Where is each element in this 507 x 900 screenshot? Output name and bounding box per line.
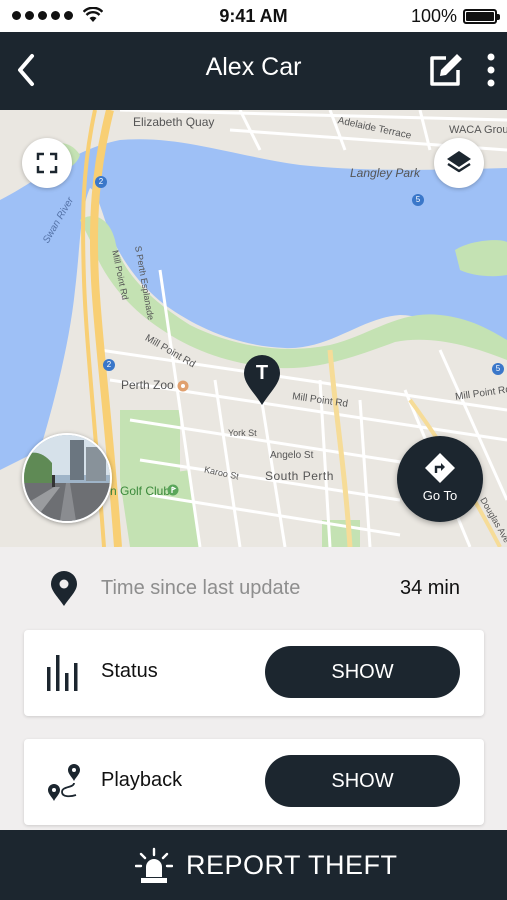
pin-letter: T: [255, 362, 269, 384]
status-card: Status SHOW: [24, 630, 484, 716]
more-vertical-icon: [487, 53, 495, 87]
route-marker: 5: [492, 363, 504, 375]
street-view-thumbnail[interactable]: [22, 433, 112, 523]
back-button[interactable]: [8, 48, 48, 92]
nav-bar: Alex Car: [0, 32, 507, 110]
map-label-golf-club: n Golf Club: [110, 484, 171, 498]
siren-icon: [135, 847, 173, 883]
map-label-langley-park: Langley Park: [350, 166, 421, 180]
route-playback-icon: [48, 764, 80, 801]
map-label-south-perth: South Perth: [265, 469, 334, 483]
signal-bars-icon: [47, 655, 78, 691]
route-marker: 5: [412, 194, 424, 206]
battery-status: 100%: [410, 6, 500, 27]
zoo-icon: [177, 380, 189, 392]
last-update-value: 34 min: [399, 577, 460, 599]
edit-icon: [430, 54, 462, 86]
location-pin-icon: [51, 571, 77, 606]
fullscreen-button[interactable]: [22, 138, 72, 188]
playback-card: Playback SHOW: [24, 739, 484, 825]
map-layers-button[interactable]: [434, 138, 484, 188]
more-options-button[interactable]: [476, 48, 506, 92]
last-update-row: Time since last update 34 min: [0, 547, 507, 629]
map-label-york-st: York St: [228, 428, 257, 438]
battery-icon: [463, 9, 500, 24]
route-marker: 2: [95, 176, 107, 188]
map-view[interactable]: 2 2 5 5 Elizabeth Quay Adelaide Terrace …: [0, 110, 507, 547]
playback-show-button[interactable]: SHOW: [265, 755, 460, 807]
playback-label: Playback: [101, 769, 183, 791]
edit-button[interactable]: [424, 48, 468, 92]
directions-icon: [425, 453, 455, 483]
golf-icon: [167, 484, 179, 496]
report-theft-button[interactable]: REPORT THEFT: [0, 830, 507, 900]
street-view-image: [24, 435, 110, 521]
go-to-button[interactable]: Go To: [397, 436, 483, 522]
report-theft-label: REPORT THEFT: [186, 850, 398, 880]
map-label-waca-ground: WACA Ground: [449, 124, 507, 136]
status-label: Status: [101, 660, 158, 682]
map-label-perth-zoo: Perth Zoo: [121, 378, 174, 392]
battery-level-fill: [466, 12, 494, 21]
layers-icon: [447, 151, 471, 173]
route-marker: 2: [103, 359, 115, 371]
go-to-label: Go To: [422, 488, 458, 503]
last-update-label: Time since last update: [101, 577, 301, 599]
fullscreen-icon: [36, 152, 58, 174]
screen: 9:41 AM 100% Alex Car 2 2 5 5 Elizabeth …: [0, 0, 507, 900]
map-label-angelo-st: Angelo St: [270, 450, 314, 461]
map-label-elizabeth-quay: Elizabeth Quay: [133, 115, 215, 129]
chevron-left-icon: [18, 54, 34, 86]
status-show-button[interactable]: SHOW: [265, 646, 460, 698]
status-bar: 9:41 AM 100%: [0, 0, 507, 32]
vehicle-location-pin[interactable]: T: [242, 354, 282, 406]
battery-percent: 100%: [410, 6, 457, 26]
